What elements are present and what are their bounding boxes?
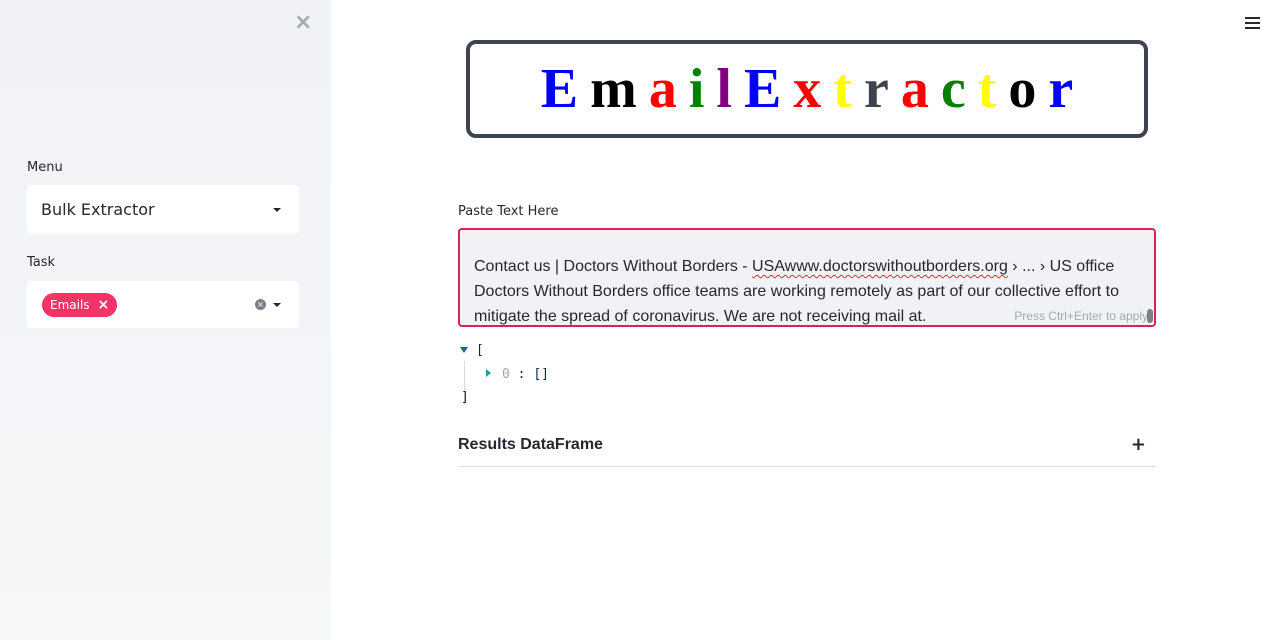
submit-hint: Press Ctrl+Enter to apply (1014, 309, 1148, 323)
paste-text-area[interactable]: Contact us | Doctors Without Borders - U… (458, 228, 1156, 327)
close-sidebar-icon[interactable]: × (294, 12, 312, 34)
title-letter: E (540, 58, 579, 120)
title-letter: i (688, 58, 705, 120)
misspelled-text: USAwww.doctorswithoutborders.org (752, 258, 1008, 275)
resize-handle[interactable] (1147, 309, 1153, 323)
expander-title: Results DataFrame (458, 436, 603, 453)
plus-icon[interactable]: + (1131, 434, 1146, 455)
title-letter: t (977, 58, 997, 120)
menu-label: Menu (27, 160, 63, 175)
title-letter: x (793, 58, 822, 120)
paste-text-label: Paste Text Here (458, 204, 559, 219)
menu-selected-value: Bulk Extractor (41, 200, 155, 219)
json-item[interactable]: 0 : [] (502, 367, 549, 382)
title-letter: c (940, 58, 966, 120)
title-letter: a (648, 58, 677, 120)
task-label: Task (27, 255, 56, 270)
chevron-down-icon[interactable] (273, 303, 281, 307)
collapse-toggle-icon[interactable] (460, 347, 468, 353)
misspelled-text: coronavirus (632, 308, 716, 325)
tag-chip-emails: Emails × (42, 293, 118, 317)
json-open-bracket: [ (476, 343, 484, 358)
title-letter: m (590, 58, 637, 120)
json-item-value: [] (533, 367, 549, 382)
chevron-down-icon[interactable] (273, 208, 281, 212)
expand-toggle-icon[interactable] (486, 369, 491, 377)
title-letter: t (833, 58, 852, 120)
json-close-bracket: ] (461, 390, 469, 405)
results-dataframe-expander[interactable]: Results DataFrame + (458, 426, 1156, 467)
title-letter: a (900, 58, 929, 120)
title-letter: r (863, 58, 889, 120)
text-segment: Contact us | Doctors Without Borders - (474, 258, 753, 275)
json-item-sep: : (509, 367, 534, 382)
title-letter: E (743, 58, 782, 120)
chip-label: Emails (50, 298, 90, 312)
json-item-key: 0 (502, 367, 510, 382)
page-title: EmailExtractor (535, 57, 1079, 121)
title-letter: o (1008, 58, 1037, 120)
clear-all-icon[interactable]: × (255, 299, 266, 310)
menu-select[interactable]: Bulk Extractor (27, 185, 299, 234)
title-letter: l (716, 58, 732, 120)
sidebar: × Menu Bulk Extractor Task Emails × × (0, 0, 331, 640)
hamburger-icon[interactable] (1245, 16, 1260, 30)
task-multiselect[interactable]: Emails × × (27, 281, 299, 328)
title-banner: EmailExtractor (466, 40, 1148, 138)
remove-chip-icon[interactable]: × (98, 298, 110, 312)
title-letter: r (1048, 58, 1074, 120)
text-segment: . We are not receiving mail at. (715, 308, 927, 325)
